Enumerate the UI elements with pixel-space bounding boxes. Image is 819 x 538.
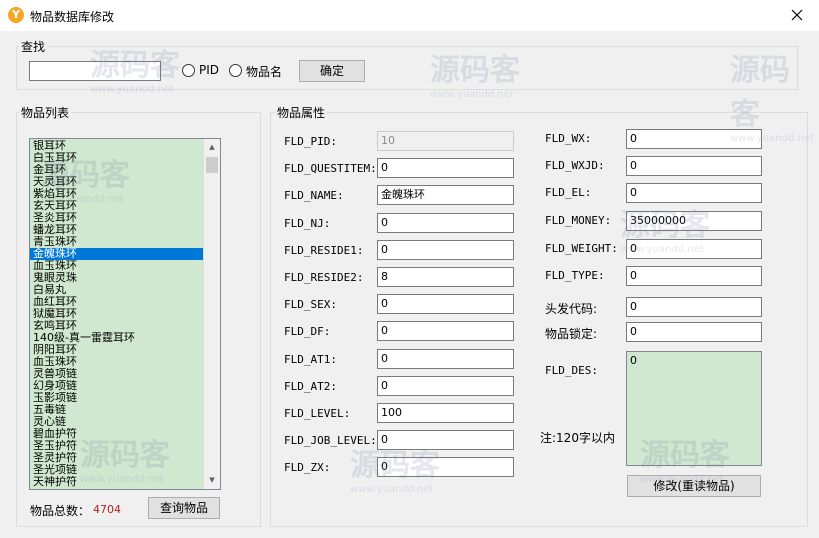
list-item[interactable]: 圣玉护符 xyxy=(30,440,204,452)
modify-button[interactable]: 修改(重读物品) xyxy=(627,475,761,497)
field-label: FLD_NAME: xyxy=(284,189,344,203)
field-input[interactable]: 0 xyxy=(377,375,514,396)
field-input[interactable]: 0 xyxy=(626,266,762,286)
field-input[interactable]: 35000000 xyxy=(626,211,762,231)
list-item[interactable]: 紫焰耳环 xyxy=(30,188,204,200)
field-label: FLD_LEVEL: xyxy=(284,407,351,420)
field-label: FLD_AT2: xyxy=(284,379,337,393)
list-item[interactable]: 140级-真一雷霆耳环 xyxy=(30,332,204,344)
list-item[interactable]: 天神护符 xyxy=(30,476,204,488)
list-item[interactable]: 白玉耳环 xyxy=(30,152,204,164)
field-label: 头发代码: xyxy=(545,302,598,316)
properties-label: 物品属性 xyxy=(275,104,328,121)
des-textarea[interactable]: 0 xyxy=(626,351,762,466)
radio-pid[interactable] xyxy=(182,64,195,77)
search-input[interactable] xyxy=(29,61,161,81)
title-bar: Y 物品数据库修改 xyxy=(0,0,819,31)
list-item[interactable]: 金耳环 xyxy=(30,164,204,176)
field-input[interactable]: 0 xyxy=(626,156,762,176)
list-item[interactable]: 蟠龙耳环 xyxy=(30,224,204,236)
list-item[interactable]: 玄鸣耳环 xyxy=(30,320,204,332)
list-item[interactable]: 天灵耳环 xyxy=(30,176,204,188)
list-item[interactable]: 血红耳环 xyxy=(30,296,204,308)
field-input[interactable]: 金魄珠环 xyxy=(377,185,514,206)
radio-item-name-label: 物品名 xyxy=(246,65,283,79)
field-input[interactable]: 8 xyxy=(377,267,514,287)
field-input[interactable]: 10 xyxy=(377,131,514,151)
list-item[interactable]: 灵兽项链 xyxy=(30,368,204,380)
field-label: FLD_TYPE: xyxy=(545,269,605,282)
scroll-thumb[interactable] xyxy=(206,157,218,173)
list-item[interactable]: 阴阳耳环 xyxy=(30,344,204,356)
field-label: FLD_WXJD: xyxy=(545,159,605,172)
list-item[interactable]: 玉影项链 xyxy=(30,392,204,404)
field-label: FLD_AT1: xyxy=(284,352,337,366)
field-input[interactable]: 0 xyxy=(377,348,514,369)
item-list-label: 物品列表 xyxy=(19,104,72,121)
des-label: FLD_DES: xyxy=(545,364,598,377)
list-item[interactable]: 狱魔耳环 xyxy=(30,308,204,320)
list-item[interactable]: 青玉珠环 xyxy=(30,236,204,248)
field-input[interactable]: 0 xyxy=(377,294,514,315)
field-input[interactable]: 0 xyxy=(377,158,514,179)
window-title: 物品数据库修改 xyxy=(30,10,115,24)
close-button[interactable] xyxy=(775,0,819,31)
field-input[interactable]: 100 xyxy=(377,403,514,423)
list-item[interactable]: 银耳环 xyxy=(30,140,204,152)
item-count-label: 物品总数： xyxy=(30,504,91,518)
field-input[interactable]: 0 xyxy=(377,212,514,233)
item-count-value: 4704 xyxy=(93,503,121,516)
field-label: FLD_RESIDE2: xyxy=(284,271,364,284)
item-list-scrollbar[interactable]: ▲ ▼ xyxy=(203,139,220,489)
field-input[interactable]: 0 xyxy=(626,183,762,203)
field-label: FLD_WEIGHT: xyxy=(545,242,618,255)
field-label: FLD_RESIDE1: xyxy=(284,243,364,257)
watermark-url: www.yuandd.net xyxy=(430,89,514,100)
list-item[interactable]: 金魄珠环 xyxy=(30,248,204,260)
close-icon xyxy=(791,9,803,21)
confirm-button[interactable]: 确定 xyxy=(299,60,365,82)
field-label: FLD_DF: xyxy=(284,325,331,339)
field-label: FLD_WX: xyxy=(545,132,592,145)
field-label: FLD_QUESTITEM: xyxy=(284,162,377,176)
list-item[interactable]: 碧血护符 xyxy=(30,428,204,440)
field-label: FLD_ZX: xyxy=(284,461,331,475)
list-item[interactable]: 玄天耳环 xyxy=(30,200,204,212)
radio-item-name[interactable] xyxy=(229,64,242,77)
list-item[interactable]: 鬼眼灵珠 xyxy=(30,272,204,284)
field-input[interactable]: 0 xyxy=(626,129,762,149)
field-label: FLD_NJ: xyxy=(284,216,331,230)
field-label: 物品锁定: xyxy=(545,327,598,341)
field-label: FLD_MONEY: xyxy=(545,214,612,227)
item-listbox[interactable]: 银耳环 白玉耳环 金耳环 天灵耳环 紫焰耳环 玄天耳环 圣炎耳环 蟠龙耳环 青玉珠环 金魄珠环 血玉… xyxy=(29,138,221,490)
list-item[interactable]: 圣灵护符 xyxy=(30,452,204,464)
scroll-up-icon[interactable]: ▲ xyxy=(204,139,220,156)
field-input[interactable]: 0 xyxy=(626,322,762,342)
field-label: FLD_EL: xyxy=(545,186,592,199)
list-item[interactable]: 五毒链 xyxy=(30,404,204,416)
list-item[interactable]: 圣光项链 xyxy=(30,464,204,476)
list-item[interactable]: 白易丸 xyxy=(30,284,204,296)
scroll-down-icon[interactable]: ▼ xyxy=(204,472,220,489)
field-input[interactable]: 0 xyxy=(377,430,514,451)
list-item[interactable]: 幻身项链 xyxy=(30,380,204,392)
des-note: 注:120字以内 xyxy=(540,431,615,445)
field-input[interactable]: 0 xyxy=(626,239,762,259)
list-item[interactable]: 血玉珠环 xyxy=(30,260,204,272)
app-icon: Y xyxy=(8,7,24,23)
field-input[interactable]: 0 xyxy=(377,321,514,342)
field-label: FLD_SEX: xyxy=(284,298,337,312)
field-input[interactable]: 0 xyxy=(377,457,514,478)
field-input[interactable]: 0 xyxy=(377,239,514,260)
query-items-button[interactable]: 查询物品 xyxy=(148,497,220,519)
field-input[interactable]: 0 xyxy=(626,297,762,317)
item-list-items: 银耳环 白玉耳环 金耳环 天灵耳环 紫焰耳环 玄天耳环 圣炎耳环 蟠龙耳环 青玉珠环 金魄珠环 血玉… xyxy=(30,140,204,488)
radio-pid-label: PID xyxy=(199,63,220,77)
list-item[interactable]: 血玉珠环 xyxy=(30,356,204,368)
search-group-label: 查找 xyxy=(19,38,48,55)
list-item[interactable]: 圣炎耳环 xyxy=(30,212,204,224)
field-label: FLD_PID: xyxy=(284,135,337,148)
list-item[interactable]: 灵心链 xyxy=(30,416,204,428)
field-label: FLD_JOB_LEVEL: xyxy=(284,434,377,448)
